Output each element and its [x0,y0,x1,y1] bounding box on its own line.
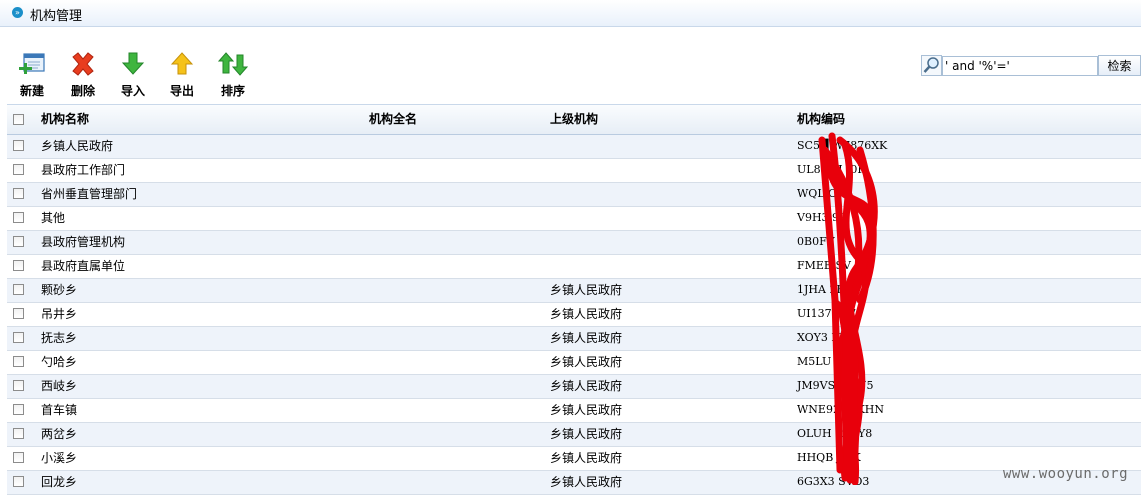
cell-org-code: V9H3 99 [797,211,847,224]
cell-org-code: UL80 6J I0F [797,163,865,176]
cell-org-name: 抚志乡 [41,331,78,345]
org-table: 机构名称 机构全名 上级机构 机构编码 乡镇人民政府 SC5█ W7876XK 县政… [7,104,1141,495]
row-checkbox[interactable] [13,404,24,415]
cell-org-code: JM9VS 0MN5 [797,379,874,392]
sort-label: 排序 [220,84,245,98]
page-title: 机构管理 [30,9,83,24]
column-header-code[interactable]: 机构编码 [797,105,845,134]
row-checkbox[interactable] [13,476,24,487]
export-button[interactable]: 导出 [160,48,204,99]
search-button[interactable]: 检索 [1098,55,1141,76]
row-checkbox[interactable] [13,260,24,271]
cell-org-name: 回龙乡 [41,475,78,489]
table-row[interactable]: 勺哈乡 乡镇人民政府 M5LU PIGF [7,351,1141,375]
import-button[interactable]: 导入 [111,48,155,99]
arrow-up-icon [170,52,194,75]
row-checkbox[interactable] [13,140,24,151]
table-row[interactable]: 吊井乡 乡镇人民政府 UI137 337 [7,303,1141,327]
cell-org-code: SC5█ W7876XK [797,139,888,152]
column-header-name[interactable]: 机构名称 [41,105,89,134]
row-checkbox[interactable] [13,236,24,247]
cell-parent-org: 乡镇人民政府 [550,475,623,489]
select-all-checkbox[interactable] [13,114,24,125]
table-row[interactable]: 县政府管理机构 0B0FV [7,231,1141,255]
cell-org-name: 其他 [41,211,66,225]
cell-org-code: HHQB J8IK [797,451,861,464]
new-button[interactable]: 新建 [10,48,54,99]
table-row[interactable]: 西岐乡 乡镇人民政府 JM9VS 0MN5 [7,375,1141,399]
row-checkbox[interactable] [13,212,24,223]
arrow-down-icon [121,52,145,75]
table-row[interactable]: 县政府直属单位 FMEB SV 93I [7,255,1141,279]
table-row[interactable]: 小溪乡 乡镇人民政府 HHQB J8IK [7,447,1141,471]
import-label: 导入 [120,84,145,98]
row-checkbox[interactable] [13,332,24,343]
cell-org-code: M5LU PIGF [797,355,863,368]
watermark-text: www.wooyun.org [1003,466,1129,482]
cell-org-name: 两岔乡 [41,427,78,441]
cell-org-name: 乡镇人民政府 [41,139,114,153]
cell-org-name: 首车镇 [41,403,78,417]
cell-org-code: 6G3X3 SVO3 [797,475,870,488]
cell-org-code: UI137 337 [797,307,857,320]
column-header-parent[interactable]: 上级机构 [550,105,598,134]
cell-org-name: 吊井乡 [41,307,78,321]
cell-org-code: 1JHA 2R [797,283,845,296]
column-header-fullname[interactable]: 机构全名 [369,105,417,134]
cell-org-code: WNE92 IGKHN [797,403,885,416]
cell-org-code: 0B0FV [797,235,835,248]
cell-org-name: 县政府直属单位 [41,259,126,273]
row-checkbox[interactable] [13,188,24,199]
table-row[interactable]: 两岔乡 乡镇人民政府 OLUH R6ZY8 [7,423,1141,447]
cell-org-code: FMEB SV 93I [797,259,873,272]
new-icon [19,53,45,74]
magnifier-icon [921,55,942,76]
sort-button[interactable]: 排序 [211,48,255,99]
arrow-icon: » [12,7,23,18]
cell-parent-org: 乡镇人民政府 [550,403,623,417]
cell-parent-org: 乡镇人民政府 [550,379,623,393]
table-row[interactable]: 回龙乡 乡镇人民政府 6G3X3 SVO3 [7,471,1141,495]
row-checkbox[interactable] [13,284,24,295]
cell-parent-org: 乡镇人民政府 [550,283,623,297]
new-label: 新建 [19,84,44,98]
delete-button[interactable]: 删除 [61,48,105,99]
row-checkbox[interactable] [13,428,24,439]
table-header: 机构名称 机构全名 上级机构 机构编码 [7,104,1141,135]
table-row[interactable]: 抚志乡 乡镇人民政府 XOY3 N05 [7,327,1141,351]
cell-parent-org: 乡镇人民政府 [550,331,623,345]
cell-org-name: 县政府工作部门 [41,163,126,177]
row-checkbox[interactable] [13,308,24,319]
cell-org-name: 小溪乡 [41,451,78,465]
row-checkbox[interactable] [13,380,24,391]
cell-org-code: OLUH R6ZY8 [797,427,873,440]
cell-org-name: 县政府管理机构 [41,235,126,249]
delete-icon [72,52,94,76]
title-bar: » 机构管理 [0,0,1141,27]
cell-org-name: 西岐乡 [41,379,78,393]
cell-org-name: 省州垂直管理部门 [41,187,138,201]
sort-arrows-icon [218,52,248,76]
table-row[interactable]: 省州垂直管理部门 WQL O [7,183,1141,207]
row-checkbox[interactable] [13,356,24,367]
table-row[interactable]: 其他 V9H3 99 [7,207,1141,231]
search-input[interactable] [942,56,1098,76]
table-row[interactable]: 县政府工作部门 UL80 6J I0F [7,159,1141,183]
cell-parent-org: 乡镇人民政府 [550,427,623,441]
cell-org-name: 颗砂乡 [41,283,78,297]
cell-parent-org: 乡镇人民政府 [550,307,623,321]
cell-parent-org: 乡镇人民政府 [550,355,623,369]
export-label: 导出 [169,84,194,98]
cell-org-name: 勺哈乡 [41,355,78,369]
cell-parent-org: 乡镇人民政府 [550,451,623,465]
row-checkbox[interactable] [13,452,24,463]
table-row[interactable]: 乡镇人民政府 SC5█ W7876XK [7,135,1141,159]
table-row[interactable]: 首车镇 乡镇人民政府 WNE92 IGKHN [7,399,1141,423]
delete-label: 删除 [70,84,95,98]
cell-org-code: WQL O [797,187,838,200]
cell-org-code: XOY3 N05 [797,331,856,344]
row-checkbox[interactable] [13,164,24,175]
table-row[interactable]: 颗砂乡 乡镇人民政府 1JHA 2R [7,279,1141,303]
